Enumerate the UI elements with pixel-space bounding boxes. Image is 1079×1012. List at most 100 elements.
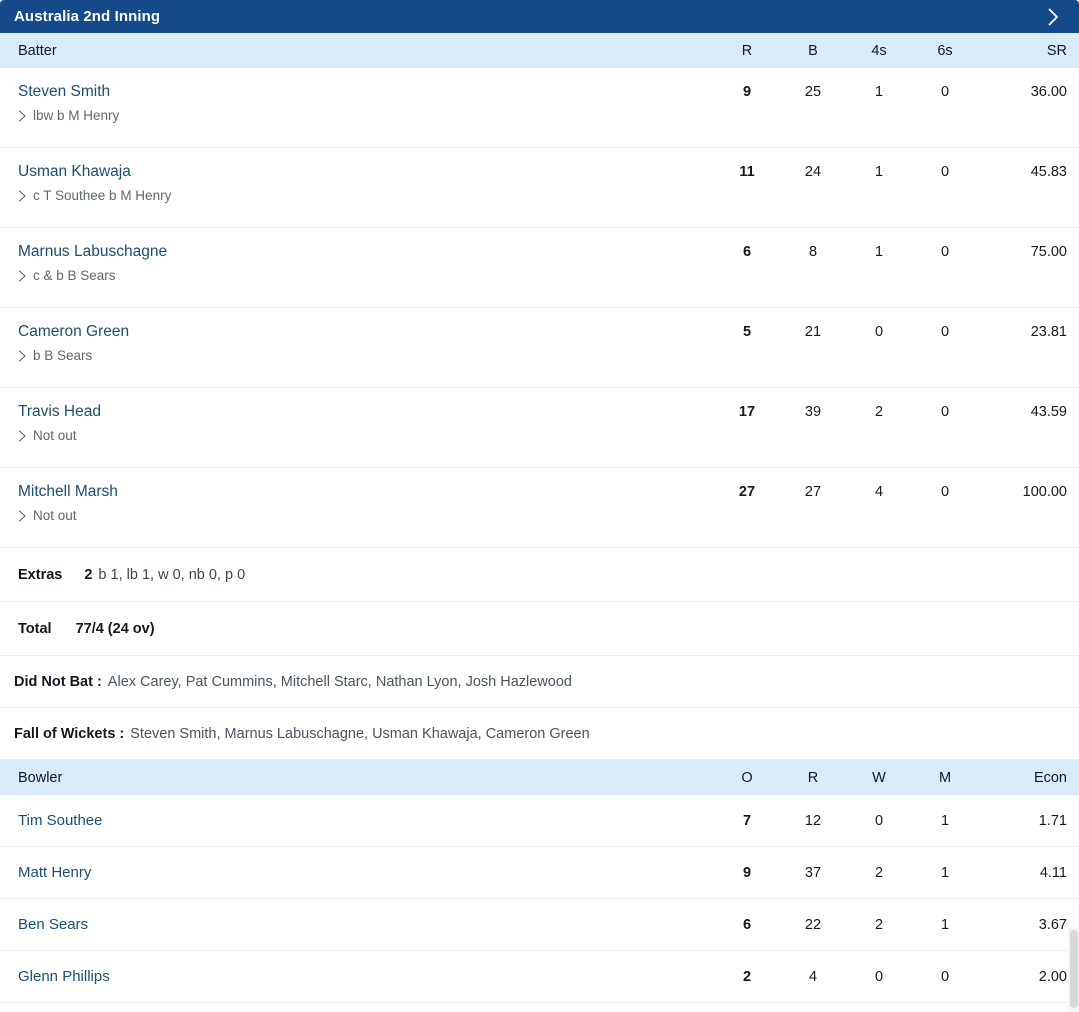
dismissal-text: Not out — [33, 428, 77, 444]
batter-strike-rate: 43.59 — [1030, 404, 1067, 420]
batter-name[interactable]: Mitchell Marsh — [18, 482, 118, 501]
table-row[interactable]: Travis Head Not out 17 39 2 0 43.59 — [0, 388, 1079, 468]
bowler-economy: 4.11 — [1039, 864, 1067, 881]
bowler-economy: 1.71 — [1038, 812, 1067, 829]
dismissal-info[interactable]: c T Southee b M Henry — [18, 188, 714, 203]
bowler-overs: 9 — [742, 864, 752, 881]
batter-info: Steven Smith lbw b M Henry — [18, 82, 714, 123]
table-row[interactable]: Mitchell Marsh Not out 27 27 4 0 100.00 — [0, 468, 1079, 548]
bowler-name[interactable]: Matt Henry — [18, 864, 714, 881]
batter-balls: 27 — [804, 484, 822, 500]
column-header-overs: O — [741, 769, 753, 786]
batter-sixes: 0 — [940, 84, 950, 100]
bowler-wickets: 2 — [874, 916, 884, 933]
column-header-maidens: M — [938, 769, 952, 786]
dismissal-text: c T Southee b M Henry — [33, 188, 172, 204]
batter-info: Usman Khawaja c T Southee b M Henry — [18, 162, 714, 203]
batter-runs: 11 — [739, 164, 755, 180]
table-row[interactable]: Usman Khawaja c T Southee b M Henry 11 2… — [0, 148, 1079, 228]
bowling-table-header: Bowler O R W M Econ — [0, 760, 1079, 795]
table-row[interactable]: Tim Southee 7 12 0 1 1.71 — [0, 795, 1079, 847]
batter-name[interactable]: Steven Smith — [18, 82, 110, 101]
dismissal-info[interactable]: Not out — [18, 508, 714, 523]
batter-runs: 5 — [742, 324, 752, 340]
bowler-maidens: 1 — [940, 916, 950, 933]
did-not-bat-label: Did Not Bat : — [14, 673, 102, 690]
inning-title: Australia 2nd Inning — [14, 8, 161, 25]
batter-strike-rate: 36.00 — [1030, 84, 1067, 100]
batter-sixes: 0 — [940, 164, 950, 180]
batter-info: Mitchell Marsh Not out — [18, 482, 714, 523]
bowler-maidens: 0 — [940, 968, 950, 985]
bowler-overs: 2 — [742, 968, 752, 985]
dismissal-text: b B Sears — [33, 348, 93, 364]
batter-strike-rate: 100.00 — [1022, 484, 1067, 500]
chevron-right-icon — [18, 190, 27, 202]
chevron-right-icon — [18, 430, 27, 442]
bowler-economy: 3.67 — [1038, 916, 1067, 933]
bowler-runs: 12 — [804, 812, 822, 829]
batter-name[interactable]: Cameron Green — [18, 322, 129, 341]
dismissal-info[interactable]: c & b B Sears — [18, 268, 714, 283]
bowler-name[interactable]: Glenn Phillips — [18, 968, 714, 985]
batter-balls: 25 — [804, 84, 822, 100]
batter-runs: 17 — [738, 404, 756, 420]
bowler-wickets: 2 — [874, 864, 884, 881]
table-row[interactable]: Cameron Green b B Sears 5 21 0 0 23.81 — [0, 308, 1079, 388]
did-not-bat-row: Did Not Bat : Alex Carey, Pat Cummins, M… — [0, 656, 1079, 708]
extras-row: Extras 2 b 1, lb 1, w 0, nb 0, p 0 — [0, 548, 1079, 602]
chevron-right-icon — [18, 510, 27, 522]
fall-of-wickets-value: Steven Smith, Marnus Labuschagne, Usman … — [130, 725, 590, 742]
batter-fours: 2 — [874, 404, 884, 420]
batter-name[interactable]: Usman Khawaja — [18, 162, 131, 181]
bowler-maidens: 1 — [940, 812, 950, 829]
extras-breakdown: b 1, lb 1, w 0, nb 0, p 0 — [98, 566, 246, 583]
table-row[interactable]: Marnus Labuschagne c & b B Sears 6 8 1 0… — [0, 228, 1079, 308]
batter-balls: 39 — [804, 404, 822, 420]
chevron-right-icon — [18, 270, 27, 282]
table-row[interactable]: Ben Sears 6 22 2 1 3.67 — [0, 899, 1079, 951]
batter-fours: 1 — [874, 164, 884, 180]
column-header-runs: R — [807, 769, 819, 786]
batter-name[interactable]: Marnus Labuschagne — [18, 242, 167, 261]
batter-sixes: 0 — [940, 404, 950, 420]
batter-strike-rate: 45.83 — [1030, 164, 1067, 180]
bowler-name[interactable]: Ben Sears — [18, 916, 714, 933]
batter-strike-rate: 23.81 — [1030, 324, 1067, 340]
bowler-runs: 37 — [804, 864, 822, 881]
dismissal-info[interactable]: b B Sears — [18, 348, 714, 363]
column-header-wickets: W — [872, 769, 886, 786]
column-header-runs: R — [741, 42, 753, 59]
bowler-economy: 2.00 — [1038, 968, 1067, 985]
dismissal-text: c & b B Sears — [33, 268, 116, 284]
table-row[interactable]: Glenn Phillips 2 4 0 0 2.00 — [0, 951, 1079, 1003]
inning-header[interactable]: Australia 2nd Inning — [0, 0, 1079, 33]
batter-balls: 8 — [808, 244, 818, 260]
chevron-right-icon[interactable] — [1043, 7, 1063, 27]
column-header-bowler: Bowler — [18, 769, 63, 786]
column-header-batter: Batter — [18, 42, 57, 59]
table-row[interactable]: Steven Smith lbw b M Henry 9 25 1 0 36.0… — [0, 68, 1079, 148]
extras-label: Extras — [18, 566, 63, 583]
bowler-overs: 6 — [742, 916, 752, 933]
fall-of-wickets-label: Fall of Wickets : — [14, 725, 125, 742]
batter-name[interactable]: Travis Head — [18, 402, 101, 421]
batter-fours: 1 — [874, 244, 884, 260]
batter-strike-rate: 75.00 — [1030, 244, 1067, 260]
bowler-maidens: 1 — [940, 864, 950, 881]
scrollbar-thumb[interactable] — [1070, 930, 1078, 1008]
bowler-runs: 4 — [808, 968, 818, 985]
batter-balls: 24 — [804, 164, 822, 180]
extras-value: 2 — [84, 566, 93, 583]
total-value: 77/4 (24 ov) — [75, 620, 155, 637]
scorecard-page: Australia 2nd Inning Batter R B 4s 6s SR… — [0, 0, 1079, 1012]
vertical-scrollbar[interactable] — [1068, 928, 1079, 1012]
batter-runs: 9 — [742, 84, 752, 100]
table-row[interactable]: Matt Henry 9 37 2 1 4.11 — [0, 847, 1079, 899]
bowler-name[interactable]: Tim Southee — [18, 812, 714, 829]
total-label: Total — [18, 620, 52, 637]
dismissal-info[interactable]: Not out — [18, 428, 714, 443]
dismissal-info[interactable]: lbw b M Henry — [18, 108, 714, 123]
bowler-runs: 22 — [804, 916, 822, 933]
column-header-sixes: 6s — [937, 42, 953, 59]
